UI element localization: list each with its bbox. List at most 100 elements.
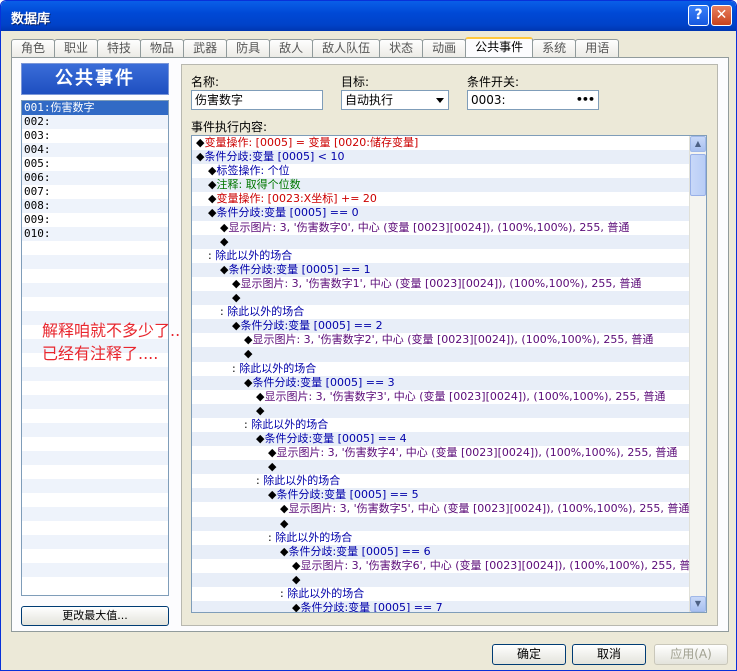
command-line[interactable]: ◆显示图片: 3, '伤害数字6', 中心 (变量 [0023][0024]),… <box>192 558 689 573</box>
list-empty-row[interactable] <box>22 437 168 451</box>
list-item[interactable]: 010: <box>22 227 168 241</box>
command-line[interactable]: : 除此以外的场合 <box>192 587 689 602</box>
ok-button[interactable]: 确定 <box>492 644 566 665</box>
command-line[interactable]: ◆变量操作: [0005] = 变量 [0020:储存变量] <box>192 136 689 151</box>
command-line[interactable]: ◆ <box>192 291 689 306</box>
list-empty-row[interactable] <box>22 381 168 395</box>
tab-1[interactable]: 职业 <box>54 39 99 57</box>
command-line[interactable]: ◆条件分歧:变量 [0005] == 4 <box>192 431 689 447</box>
command-line[interactable]: : 除此以外的场合 <box>192 305 689 320</box>
list-empty-row[interactable] <box>22 493 168 507</box>
command-line[interactable]: : 除此以外的场合 <box>192 361 689 376</box>
list-empty-row[interactable] <box>22 409 168 423</box>
command-line[interactable]: ◆显示图片: 3, '伤害数字5', 中心 (变量 [0023][0024]),… <box>192 502 689 517</box>
command-line[interactable]: ◆显示图片: 3, '伤害数字4', 中心 (变量 [0023][0024]),… <box>192 446 689 461</box>
scroll-down-icon[interactable]: ▼ <box>690 596 706 612</box>
list-item[interactable]: 001:伤害数字 <box>22 101 168 115</box>
list-empty-row[interactable] <box>22 451 168 465</box>
tab-3[interactable]: 物品 <box>140 39 185 57</box>
command-line[interactable]: ◆条件分歧:变量 [0005] == 2 <box>192 319 689 334</box>
list-empty-row[interactable] <box>22 563 168 577</box>
scroll-up-icon[interactable]: ▲ <box>690 136 706 152</box>
command-line[interactable]: : 除此以外的场合 <box>192 248 689 263</box>
list-empty-row[interactable] <box>22 549 168 563</box>
command-line[interactable]: ◆ <box>192 347 689 362</box>
tab-0[interactable]: 角色 <box>11 39 56 57</box>
command-line[interactable]: ◆条件分歧:变量 [0005] == 6 <box>192 544 689 559</box>
command-line[interactable]: ◆ <box>192 572 689 587</box>
target-select[interactable]: 自动执行 <box>341 90 449 110</box>
command-line[interactable]: ◆显示图片: 3, '伤害数字0', 中心 (变量 [0023][0024]),… <box>192 220 689 235</box>
command-text: 除此以外的场合 <box>247 417 329 431</box>
list-item[interactable]: 008: <box>22 199 168 213</box>
command-line[interactable]: ◆注释: 取得个位数 <box>192 178 689 193</box>
command-line[interactable]: ◆条件分歧:变量 [0005] < 10 <box>192 150 689 165</box>
command-line[interactable]: ◆条件分歧:变量 [0005] == 3 <box>192 375 689 390</box>
tab-9[interactable]: 动画 <box>422 39 467 57</box>
tab-7[interactable]: 敌人队伍 <box>312 39 381 57</box>
condition-switch-field[interactable]: 0003: ••• <box>467 90 599 110</box>
scroll-thumb[interactable] <box>690 154 706 196</box>
list-empty-row[interactable] <box>22 465 168 479</box>
command-line[interactable]: ◆显示图片: 3, '伤害数字2', 中心 (变量 [0023][0024]),… <box>192 333 689 348</box>
command-line[interactable]: ◆显示图片: 3, '伤害数字3', 中心 (变量 [0023][0024]),… <box>192 389 689 404</box>
command-line[interactable]: ◆ <box>192 403 689 418</box>
list-empty-row[interactable] <box>22 479 168 493</box>
title-bar[interactable]: 数据库 ? ✕ <box>1 1 736 31</box>
command-text: 变量操作: [0023:X坐标] += 20 <box>216 192 377 206</box>
close-icon: ✕ <box>715 7 728 23</box>
list-item[interactable]: 004: <box>22 143 168 157</box>
cancel-button[interactable]: 取消 <box>572 644 646 665</box>
tab-6[interactable]: 敌人 <box>269 39 314 57</box>
command-text: 显示图片: 3, '伤害数字1', 中心 (变量 [0023][0024]), … <box>240 276 642 290</box>
command-line[interactable]: ◆ <box>192 234 689 249</box>
help-button[interactable]: ? <box>688 5 709 26</box>
list-empty-row[interactable] <box>22 241 168 255</box>
change-max-button[interactable]: 更改最大值... <box>21 606 169 626</box>
tab-4[interactable]: 武器 <box>183 39 228 57</box>
command-line[interactable]: ◆变量操作: [0023:X坐标] += 20 <box>192 192 689 207</box>
list-item[interactable]: 009: <box>22 213 168 227</box>
command-line[interactable]: ◆条件分歧:变量 [0005] == 0 <box>192 206 689 221</box>
command-line[interactable]: : 除此以外的场合 <box>192 530 689 545</box>
tab-10[interactable]: 公共事件 <box>465 37 534 57</box>
list-empty-row[interactable] <box>22 269 168 283</box>
command-line[interactable]: ◆条件分歧:变量 [0005] == 7 <box>192 601 689 612</box>
close-button[interactable]: ✕ <box>711 5 732 26</box>
command-line[interactable]: : 除此以外的场合 <box>192 474 689 489</box>
list-item[interactable]: 005: <box>22 157 168 171</box>
list-item[interactable]: 006: <box>22 171 168 185</box>
tab-11[interactable]: 系统 <box>532 39 577 57</box>
command-text: 条件分歧:变量 [0005] == 4 <box>264 431 407 445</box>
ellipsis-icon[interactable]: ••• <box>576 91 595 109</box>
list-empty-row[interactable] <box>22 367 168 381</box>
apply-button[interactable]: 应用(A) <box>654 644 728 665</box>
vertical-scrollbar[interactable]: ▲ ▼ <box>689 136 706 612</box>
list-item[interactable]: 007: <box>22 185 168 199</box>
event-command-list[interactable]: ◆变量操作: [0005] = 变量 [0020:储存变量] ◆条件分歧:变量 [… <box>191 135 707 613</box>
list-item[interactable]: 003: <box>22 129 168 143</box>
list-empty-row[interactable] <box>22 535 168 549</box>
tab-5[interactable]: 防具 <box>226 39 271 57</box>
list-empty-row[interactable] <box>22 395 168 409</box>
list-item[interactable]: 002: <box>22 115 168 129</box>
list-empty-row[interactable] <box>22 297 168 311</box>
list-empty-row[interactable] <box>22 507 168 521</box>
list-empty-row[interactable] <box>22 255 168 269</box>
command-line[interactable]: ◆ <box>192 460 689 475</box>
command-line[interactable]: ◆显示图片: 3, '伤害数字1', 中心 (变量 [0023][0024]),… <box>192 276 689 292</box>
tab-12[interactable]: 用语 <box>575 39 620 57</box>
command-line[interactable]: ◆条件分歧:变量 [0005] == 1 <box>192 262 689 277</box>
list-empty-row[interactable] <box>22 283 168 297</box>
name-input[interactable]: 伤害数字 <box>191 90 323 110</box>
command-text: 条件分歧:变量 [0005] == 3 <box>252 375 395 389</box>
list-empty-row[interactable] <box>22 521 168 535</box>
list-empty-row[interactable] <box>22 423 168 437</box>
tab-2[interactable]: 特技 <box>97 39 142 57</box>
command-line[interactable]: ◆ <box>192 516 689 531</box>
list-empty-row[interactable] <box>22 577 168 591</box>
command-line[interactable]: ◆标签操作: 个位 <box>192 164 689 179</box>
tab-8[interactable]: 状态 <box>379 39 424 57</box>
command-line[interactable]: : 除此以外的场合 <box>192 417 689 432</box>
command-line[interactable]: ◆条件分歧:变量 [0005] == 5 <box>192 488 689 503</box>
